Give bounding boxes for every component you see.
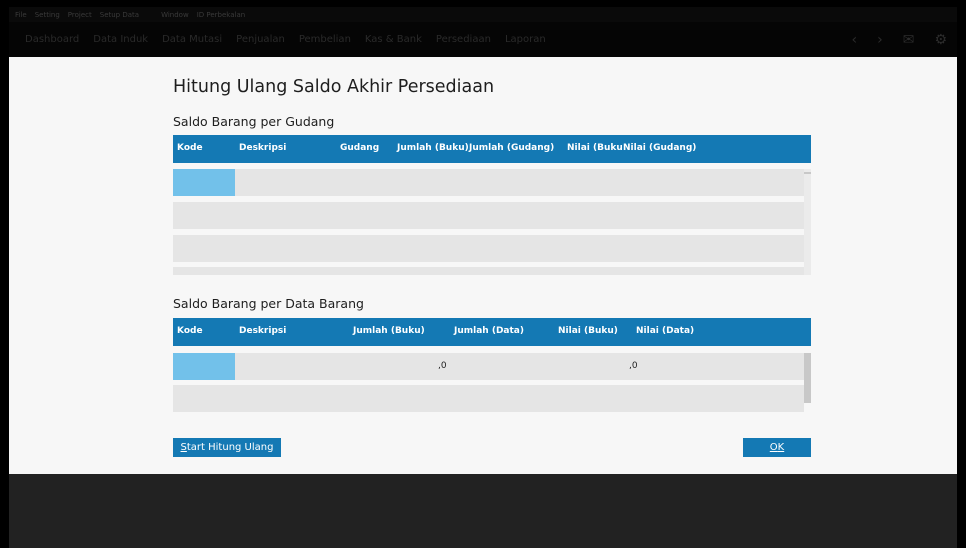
menu-setting[interactable]: Setting [35, 11, 60, 19]
mail-icon[interactable]: ✉ [903, 32, 915, 48]
ok-button-mnemonic: O [769, 442, 778, 453]
nav-item-persediaan[interactable]: Persediaan [436, 34, 491, 45]
nav-item-kas-bank[interactable]: Kas & Bank [365, 34, 422, 45]
dialog-title: Hitung Ulang Saldo Akhir Persediaan [173, 77, 495, 97]
menu-id[interactable]: ID Perbekalan [197, 11, 245, 19]
col-jumlah-buku[interactable]: Jumlah (Buku) [397, 143, 469, 153]
col-deskripsi[interactable]: Deskripsi [239, 326, 286, 336]
background-area [9, 474, 957, 548]
section-title-per-data-barang: Saldo Barang per Data Barang [173, 296, 364, 311]
scrollbar-per-gudang[interactable] [804, 169, 811, 275]
col-nilai-data[interactable]: Nilai (Data) [636, 326, 694, 336]
scrollbar-per-data-barang[interactable] [804, 353, 811, 403]
start-recalculate-button[interactable]: Start Hitung Ulang [173, 438, 281, 457]
col-jumlah-buku[interactable]: Jumlah (Buku) [353, 326, 425, 336]
nav-item-data-mutasi[interactable]: Data Mutasi [162, 34, 222, 45]
col-deskripsi[interactable]: Deskripsi [239, 143, 286, 153]
nav-item-dashboard[interactable]: Dashboard [25, 34, 79, 45]
nav-tools: ‹ › ✉ ⚙ [851, 32, 957, 48]
scrollbar-thumb[interactable] [804, 353, 811, 403]
recalculate-dialog: Hitung Ulang Saldo Akhir Persediaan Sald… [9, 57, 957, 474]
nav-bar: Dashboard Data Induk Data Mutasi Penjual… [9, 22, 957, 57]
menu-file[interactable]: File [15, 11, 27, 19]
col-jumlah-gudang[interactable]: Jumlah (Gudang) [469, 143, 554, 153]
scrollbar-thumb[interactable] [804, 172, 811, 174]
chevron-left-icon[interactable]: ‹ [851, 32, 857, 48]
ok-button[interactable]: OK [743, 438, 811, 457]
table-row[interactable] [173, 202, 804, 229]
table-row[interactable] [173, 169, 804, 196]
col-gudang[interactable]: Gudang [340, 143, 379, 153]
col-nilai-buku[interactable]: Nilai (Buku) [558, 326, 618, 336]
cell-jumlah-data: ,0 [438, 361, 447, 371]
nav-item-pembelian[interactable]: Pembelian [299, 34, 351, 45]
col-kode[interactable]: Kode [177, 143, 203, 153]
section-title-per-gudang: Saldo Barang per Gudang [173, 114, 335, 129]
col-jumlah-data[interactable]: Jumlah (Data) [454, 326, 524, 336]
grid-header-per-gudang: Kode Deskripsi Gudang Jumlah (Buku) Juml… [173, 135, 811, 163]
menu-setup-data[interactable]: Setup Data [100, 11, 139, 19]
nav-item-data-induk[interactable]: Data Induk [93, 34, 148, 45]
menu-bar: File Setting Project Setup Data Window I… [9, 7, 957, 22]
table-row[interactable] [173, 235, 804, 262]
selected-cell[interactable] [173, 169, 235, 196]
ok-button-label: K [777, 442, 785, 453]
start-button-label: tart Hitung Ulang [186, 442, 274, 453]
nav-item-penjualan[interactable]: Penjualan [236, 34, 285, 45]
col-kode[interactable]: Kode [177, 326, 203, 336]
nav-item-laporan[interactable]: Laporan [505, 34, 546, 45]
selected-cell[interactable] [173, 353, 235, 380]
menu-window[interactable]: Window [161, 11, 189, 19]
cell-nilai-data: ,0 [629, 361, 638, 371]
menu-project[interactable]: Project [68, 11, 92, 19]
col-nilai-gudang[interactable]: Nilai (Gudang) [623, 143, 696, 153]
table-row[interactable] [173, 385, 804, 412]
table-row[interactable]: ,0 ,0 [173, 353, 804, 380]
app-window: File Setting Project Setup Data Window I… [0, 0, 966, 548]
grid-header-per-data-barang: Kode Deskripsi Jumlah (Buku) Jumlah (Dat… [173, 318, 811, 346]
settings-icon[interactable]: ⚙ [934, 32, 947, 48]
chevron-right-icon[interactable]: › [877, 32, 883, 48]
col-nilai-buku[interactable]: Nilai (Buku) [567, 143, 622, 153]
table-row[interactable] [173, 267, 804, 275]
